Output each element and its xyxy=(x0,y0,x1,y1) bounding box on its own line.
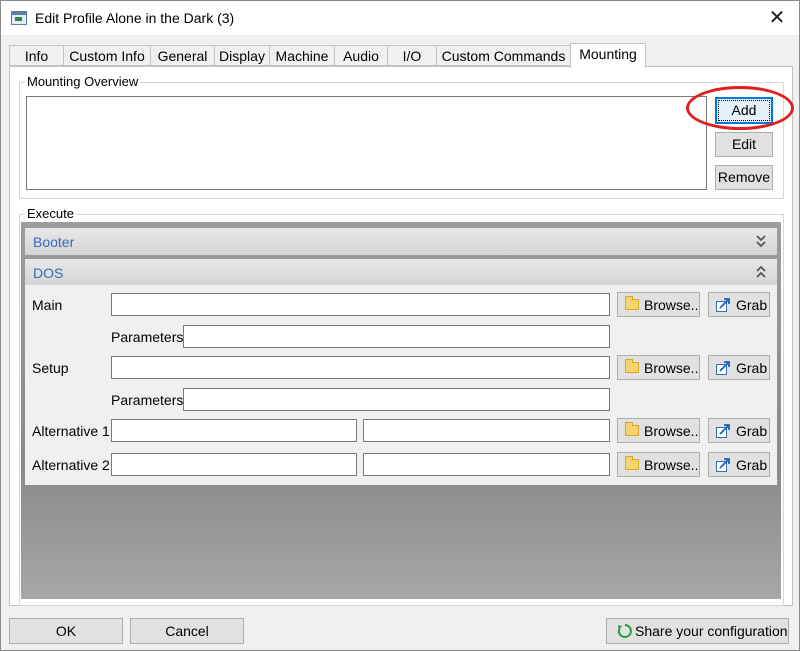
tab-custom-commands[interactable]: Custom Commands xyxy=(436,45,571,66)
folder-icon xyxy=(625,422,639,436)
close-icon[interactable]: ✕ xyxy=(765,6,789,30)
grab-label: Grab xyxy=(736,297,768,313)
alternative-1-label: Alternative 1 xyxy=(32,423,110,439)
alternative-2-name-input[interactable] xyxy=(111,453,357,476)
alternative-2-browse-button[interactable]: Browse.. xyxy=(617,452,700,477)
dos-section-header[interactable]: DOS xyxy=(25,259,777,286)
grab-label: Grab xyxy=(736,423,768,439)
grab-label: Grab xyxy=(736,457,768,473)
grab-label: Grab xyxy=(736,360,768,376)
title-bar: Edit Profile Alone in the Dark (3) ✕ xyxy=(1,1,799,35)
alternative-1-browse-button[interactable]: Browse.. xyxy=(617,418,700,443)
share-configuration-label: Share your configuration xyxy=(635,623,788,639)
grab-icon xyxy=(716,458,730,472)
main-label: Main xyxy=(32,297,63,313)
main-parameters-input[interactable] xyxy=(183,325,610,348)
alternative-2-path-input[interactable] xyxy=(363,453,610,476)
alternative-1-path-input[interactable] xyxy=(363,419,610,442)
tab-display[interactable]: Display xyxy=(214,45,270,66)
mounting-overview-label: Mounting Overview xyxy=(25,74,141,89)
booter-label: Booter xyxy=(33,234,75,250)
browse-label: Browse.. xyxy=(644,297,699,313)
setup-grab-button[interactable]: Grab xyxy=(708,355,770,380)
edit-profile-window: Edit Profile Alone in the Dark (3) ✕ Inf… xyxy=(0,0,800,651)
tab-audio[interactable]: Audio xyxy=(334,45,388,66)
setup-parameters-input[interactable] xyxy=(183,388,610,411)
mounting-list[interactable] xyxy=(26,96,707,190)
ok-button[interactable]: OK xyxy=(9,618,123,644)
share-configuration-button[interactable]: Share your configuration xyxy=(606,618,789,644)
app-icon xyxy=(11,11,27,25)
grab-icon xyxy=(716,361,730,375)
edit-button[interactable]: Edit xyxy=(715,132,773,157)
setup-browse-button[interactable]: Browse.. xyxy=(617,355,700,380)
chevron-down-double-icon xyxy=(756,235,766,248)
window-title: Edit Profile Alone in the Dark (3) xyxy=(35,10,235,26)
remove-button[interactable]: Remove xyxy=(715,165,773,190)
tab-custom-info[interactable]: Custom Info xyxy=(63,45,151,66)
alternative-1-grab-button[interactable]: Grab xyxy=(708,418,770,443)
setup-label: Setup xyxy=(32,360,69,376)
browse-label: Browse.. xyxy=(644,360,699,376)
alternative-1-name-input[interactable] xyxy=(111,419,357,442)
main-grab-button[interactable]: Grab xyxy=(708,292,770,317)
main-browse-button[interactable]: Browse.. xyxy=(617,292,700,317)
browse-label: Browse.. xyxy=(644,457,699,473)
tab-info[interactable]: Info xyxy=(9,45,64,66)
tab-mounting[interactable]: Mounting xyxy=(570,43,646,68)
share-icon xyxy=(617,624,632,638)
grab-icon xyxy=(716,298,730,312)
chevron-up-double-icon xyxy=(756,265,766,278)
setup-path-input[interactable] xyxy=(111,356,610,379)
folder-icon xyxy=(625,359,639,373)
main-parameters-label: Parameters xyxy=(111,329,184,345)
execute-label: Execute xyxy=(25,206,76,221)
browse-label: Browse.. xyxy=(644,423,699,439)
cancel-button[interactable]: Cancel xyxy=(130,618,244,644)
folder-icon xyxy=(625,296,639,310)
alternative-2-grab-button[interactable]: Grab xyxy=(708,452,770,477)
tab-io[interactable]: I/O xyxy=(387,45,437,66)
add-button[interactable]: Add xyxy=(715,97,773,124)
folder-icon xyxy=(625,456,639,470)
main-path-input[interactable] xyxy=(111,293,610,316)
tab-machine[interactable]: Machine xyxy=(269,45,335,66)
booter-section-header[interactable]: Booter xyxy=(25,228,777,255)
tab-general[interactable]: General xyxy=(150,45,215,66)
alternative-2-label: Alternative 2 xyxy=(32,457,110,473)
dos-label: DOS xyxy=(33,265,64,281)
setup-parameters-label: Parameters xyxy=(111,392,184,408)
grab-icon xyxy=(716,424,730,438)
